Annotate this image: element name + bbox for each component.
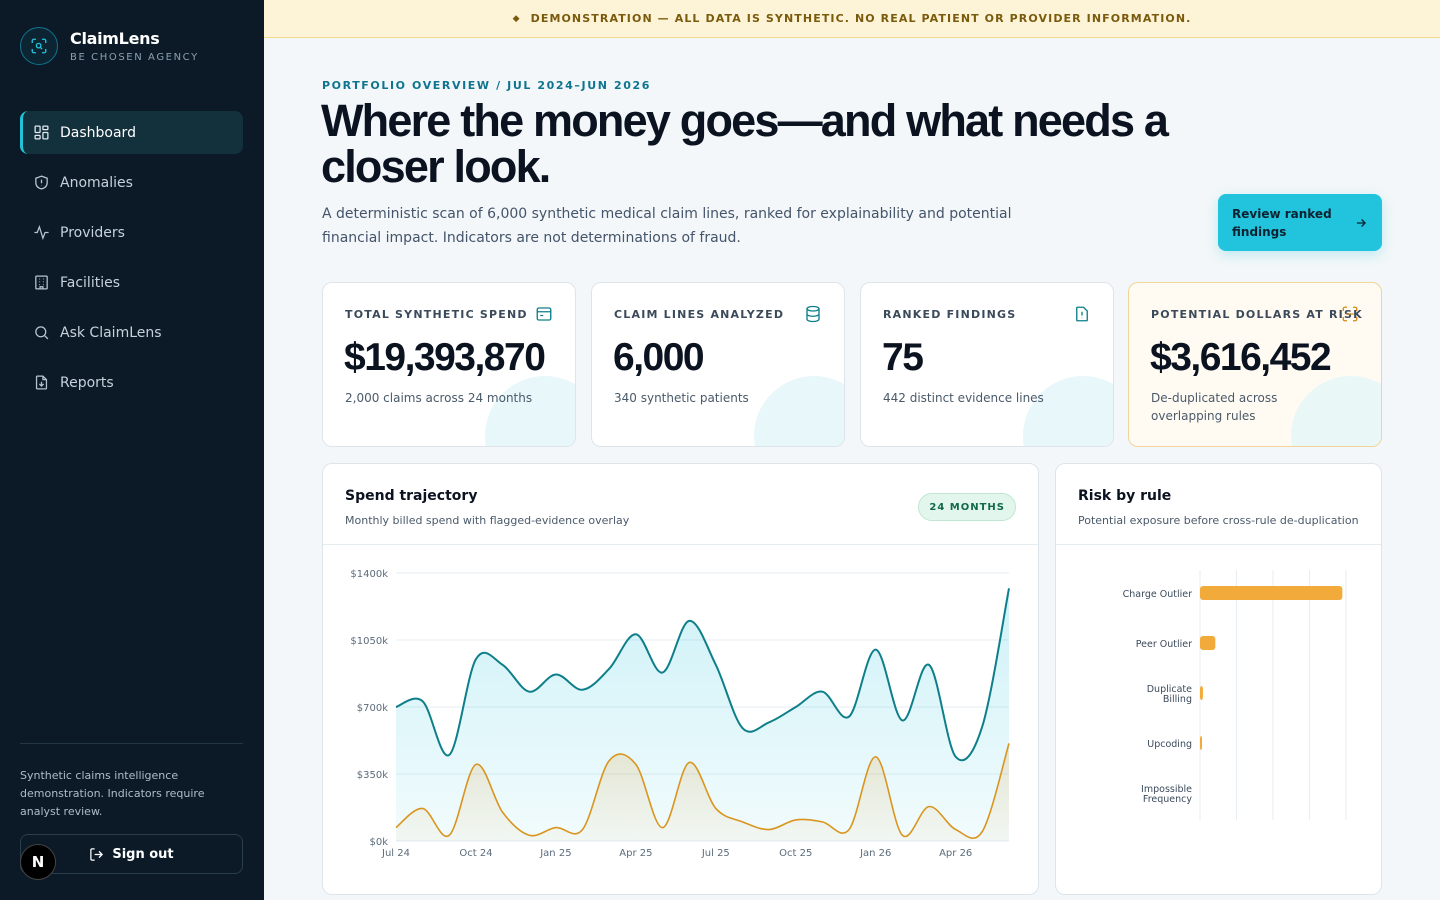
risk-bar-chart: Charge OutlierPeer OutlierDuplicateBilli… — [1123, 570, 1347, 820]
sidebar-item-label: Ask ClaimLens — [60, 324, 162, 341]
stat-card-ranked-findings: RANKED FINDINGS 75 442 distinct evidence… — [860, 282, 1114, 447]
y-tick-label: $350k — [357, 770, 388, 781]
category-label: Peer Outlier — [1136, 639, 1192, 650]
stat-label: RANKED FINDINGS — [883, 308, 1017, 321]
stat-value: $3,616,452 — [1150, 336, 1332, 379]
sidebar-item-label: Reports — [60, 374, 114, 391]
sidebar-item-anomalies[interactable]: Anomalies — [20, 161, 243, 204]
review-findings-button[interactable]: Review ranked findings — [1218, 194, 1382, 251]
category-label: Upcoding — [1147, 739, 1192, 750]
sidebar-item-ask-claimlens[interactable]: Ask ClaimLens — [20, 311, 243, 354]
stat-label: POTENTIAL DOLLARS AT RISK — [1151, 308, 1363, 321]
risk-bar — [1200, 636, 1216, 650]
spend-line-chart: $0k $350k $700k $1050k $1400k Jul 24 Oct 24 Jan… — [350, 569, 1010, 859]
stat-subtext: 340 synthetic patients — [614, 391, 749, 405]
stat-value: 75 — [882, 336, 924, 379]
y-tick-label: $1400k — [350, 569, 388, 580]
wallet-icon — [535, 305, 553, 323]
activity-pulse-icon — [32, 224, 50, 242]
stat-subtext: 442 distinct evidence lines — [883, 391, 1044, 405]
stat-value: 6,000 — [613, 336, 705, 379]
sidebar-disclaimer: Synthetic claims intelligence demonstrat… — [20, 769, 205, 818]
database-icon — [804, 305, 822, 323]
stat-subtext: 2,000 claims across 24 months — [345, 391, 533, 405]
x-tick-label: Oct 24 — [459, 848, 492, 859]
stat-subtext: De-duplicated across overlapping rules — [1151, 391, 1278, 423]
stat-label: TOTAL SYNTHETIC SPEND — [345, 308, 528, 321]
review-findings-label: Review ranked findings — [1232, 206, 1332, 239]
category-label: Billing — [1163, 694, 1192, 705]
spend-trajectory-panel: Spend trajectory Monthly billed spend wi… — [322, 463, 1039, 895]
brand-name: ClaimLens — [70, 29, 160, 48]
sidebar-nav: Dashboard Anomalies Providers Facilities… — [20, 111, 243, 411]
shield-icon — [32, 174, 50, 192]
x-tick-label: Apr 26 — [939, 848, 972, 859]
demo-banner: ◆ DEMONSTRATION — ALL DATA IS SYNTHETIC.… — [264, 0, 1440, 38]
sidebar: ClaimLens BE CHOSEN AGENCY Dashboard Ano… — [0, 0, 264, 900]
logout-icon — [90, 847, 104, 861]
category-label: Frequency — [1143, 794, 1192, 805]
sidebar-item-label: Facilities — [60, 274, 120, 291]
stat-card-claim-lines: CLAIM LINES ANALYZED 6,000 340 synthetic… — [591, 282, 845, 447]
x-tick-label: Jul 25 — [701, 848, 730, 859]
search-icon — [32, 324, 50, 342]
page-description: A deterministic scan of 6,000 synthetic … — [322, 206, 1012, 246]
diamond-icon: ◆ — [512, 13, 521, 24]
x-tick-label: Jan 25 — [539, 848, 571, 859]
sidebar-divider — [20, 743, 243, 744]
risk-by-rule-panel: Risk by rule Potential exposure before c… — [1055, 463, 1382, 895]
demo-banner-text: DEMONSTRATION — ALL DATA IS SYNTHETIC. N… — [530, 12, 1192, 25]
card-decoration — [485, 376, 575, 446]
brand[interactable]: ClaimLens BE CHOSEN AGENCY — [20, 27, 199, 65]
sidebar-item-dashboard[interactable]: Dashboard — [20, 111, 243, 154]
file-download-icon — [32, 374, 50, 392]
sidebar-item-label: Anomalies — [60, 174, 133, 191]
stat-card-dollars-at-risk: POTENTIAL DOLLARS AT RISK $3,616,452 De-… — [1128, 282, 1382, 447]
x-tick-label: Apr 25 — [619, 848, 652, 859]
risk-bar — [1200, 686, 1203, 700]
page-eyebrow: PORTFOLIO OVERVIEW / JUL 2024–JUN 2026 — [322, 79, 651, 92]
y-tick-label: $1050k — [350, 636, 388, 647]
stat-label: CLAIM LINES ANALYZED — [614, 308, 785, 321]
card-decoration — [1023, 376, 1113, 446]
sidebar-item-label: Providers — [60, 224, 125, 241]
card-decoration — [754, 376, 844, 446]
stat-card-total-spend: TOTAL SYNTHETIC SPEND $19,393,870 2,000 … — [322, 282, 576, 447]
nextjs-dev-badge[interactable]: N — [20, 844, 56, 880]
sign-out-label: Sign out — [112, 846, 174, 862]
scan-logo-icon — [20, 27, 58, 65]
category-label: Charge Outlier — [1123, 589, 1192, 600]
brand-tagline: BE CHOSEN AGENCY — [70, 52, 199, 63]
dashboard-grid-icon — [32, 124, 50, 142]
sidebar-item-label: Dashboard — [60, 124, 136, 141]
risk-bar — [1200, 586, 1343, 600]
risk-bar — [1200, 736, 1202, 750]
x-tick-label: Jul 24 — [381, 848, 410, 859]
sidebar-item-providers[interactable]: Providers — [20, 211, 243, 254]
stat-value: $19,393,870 — [344, 336, 546, 379]
building-icon — [32, 274, 50, 292]
sidebar-item-reports[interactable]: Reports — [20, 361, 243, 404]
arrow-right-icon — [1356, 218, 1366, 227]
file-alert-icon — [1073, 305, 1091, 323]
sidebar-item-facilities[interactable]: Facilities — [20, 261, 243, 304]
y-tick-label: $700k — [357, 703, 388, 714]
y-tick-label: $0k — [369, 837, 388, 848]
x-tick-label: Jan 26 — [859, 848, 891, 859]
x-tick-label: Oct 25 — [779, 848, 812, 859]
page-title: Where the money goes—and what needs a cl… — [321, 95, 1169, 192]
scan-icon — [1341, 305, 1359, 323]
